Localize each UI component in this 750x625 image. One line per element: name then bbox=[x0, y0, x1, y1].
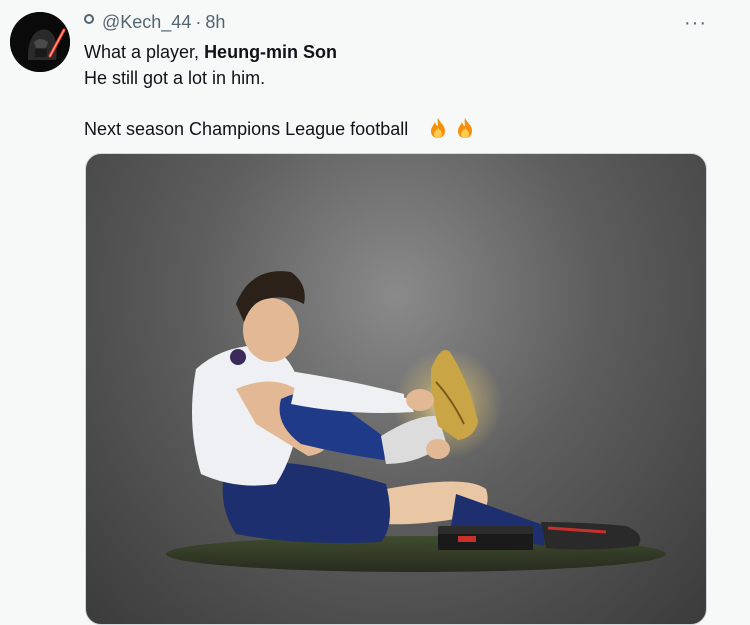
player-name: Heung-min Son bbox=[204, 42, 338, 62]
tweet-text-line-1: What a player, Heung-min Son bbox=[84, 42, 337, 63]
tweet-time[interactable]: 8h bbox=[205, 12, 225, 33]
tweet-text-line-2: He still got a lot in him. bbox=[84, 68, 266, 88]
tweet-text-line-3: Next season Champions League football bbox=[84, 117, 475, 140]
dot-separator: · bbox=[195, 12, 202, 32]
tweet-media-image[interactable] bbox=[85, 153, 707, 625]
tweet: @Kech_44 · 8h ··· What a player, Heung-m… bbox=[0, 0, 750, 625]
tweet-text-prefix: What a player, bbox=[84, 42, 205, 62]
tweet-text-line-3-text: Next season Champions League football bbox=[84, 119, 409, 139]
user-handle[interactable]: @Kech_44 bbox=[102, 12, 191, 33]
more-options-button[interactable]: ··· bbox=[684, 12, 707, 35]
darth-vader-avatar-icon bbox=[10, 12, 70, 72]
verified-ring-icon bbox=[84, 13, 94, 24]
footballer-illustration bbox=[166, 271, 666, 572]
fire-icon bbox=[458, 118, 473, 138]
avatar[interactable] bbox=[10, 12, 70, 72]
fire-icon bbox=[431, 118, 446, 138]
tweet-header: @Kech_44 · 8h bbox=[84, 12, 225, 33]
